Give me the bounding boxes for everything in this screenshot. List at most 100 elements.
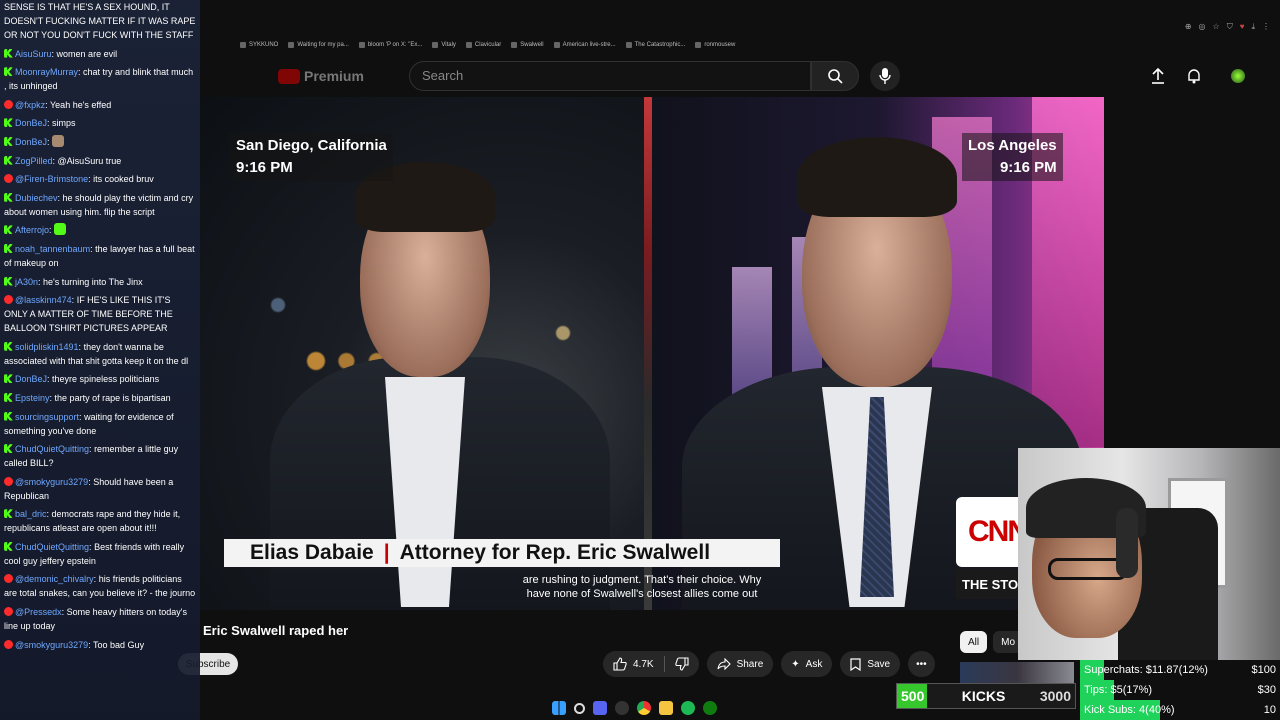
save-label: Save (867, 658, 891, 670)
chat-message: ChudQuietQuitting: Best friends with rea… (4, 540, 196, 568)
left-time-text: 9:16 PM (236, 159, 293, 176)
donation-amount: $5 (1110, 684, 1123, 696)
kick-icon (4, 192, 13, 202)
donation-goal-row: Kick Subs: 4(40%) 10 (1080, 700, 1280, 720)
chat-username[interactable]: DonBeJ (15, 137, 47, 147)
related-chips: All Mo (960, 631, 1024, 653)
avatar[interactable] (1226, 64, 1250, 88)
windows-start-icon[interactable] (552, 701, 566, 715)
chat-username[interactable]: @smokyguru3279 (15, 640, 88, 650)
video-title: Eric Swalwell raped her (203, 623, 348, 638)
right-location-text: Los Angeles (968, 137, 1057, 154)
chat-username[interactable]: DonBeJ (15, 118, 47, 128)
youtube-logo[interactable]: Premium (278, 68, 364, 84)
bookmark-favicon-icon (288, 42, 295, 48)
voice-search-button[interactable] (870, 61, 900, 91)
chat-username[interactable]: ChudQuietQuitting (15, 444, 89, 454)
kick-icon (4, 155, 13, 165)
chat-message: MoonrayMurray: chat try and blink that m… (4, 65, 196, 93)
chip-all[interactable]: All (960, 631, 988, 653)
obs-icon[interactable] (615, 701, 629, 715)
chat-text: SENSE IS THAT HE'S A SEX HOUND, IT DOESN… (4, 2, 196, 40)
save-icon (850, 657, 861, 671)
chat-username[interactable]: Dubiechev (15, 193, 58, 203)
right-location: Los Angeles 9:16 PM (962, 133, 1063, 181)
bookmark-item[interactable]: Vitaly (432, 42, 456, 48)
donation-goal: $100 (1251, 664, 1276, 676)
chat-message: ZogPilled: @AisuSuru true (4, 154, 196, 168)
chat-message: bal_dric: democrats rape and they hide i… (4, 507, 196, 535)
chat-message: sourcingsupport: waiting for evidence of… (4, 410, 196, 438)
shield-icon[interactable]: ⛉ (1227, 22, 1233, 32)
bookmark-item[interactable]: American live-stre... (553, 42, 616, 48)
folder-icon[interactable] (659, 701, 673, 715)
chat-username[interactable]: noah_tannenbaum (15, 244, 90, 254)
chat-username[interactable]: ChudQuietQuitting (15, 542, 89, 552)
chat-username[interactable]: @smokyguru3279 (15, 477, 88, 487)
zoom-icon[interactable]: ⊕ (1185, 22, 1192, 32)
chat-message: SENSE IS THAT HE'S A SEX HOUND, IT DOESN… (4, 0, 196, 42)
chat-username[interactable]: jA30n (15, 277, 38, 287)
chat-username[interactable]: bal_dric (15, 509, 47, 519)
bookmark-item[interactable]: bloom 'P on X: "Ex... (358, 42, 422, 48)
bookmark-item[interactable]: Swalwell (511, 42, 544, 48)
discord-icon[interactable] (593, 701, 607, 715)
donation-label: Kick Subs (1084, 704, 1133, 716)
search-input[interactable]: Search (409, 61, 811, 91)
dislike-button[interactable] (665, 657, 699, 671)
chat-emote-icon (52, 134, 65, 147)
chat-username[interactable]: @Pressedx (15, 607, 62, 617)
save-button[interactable]: Save (840, 651, 901, 677)
bookmark-item[interactable]: Waiting for my pa... (288, 42, 349, 48)
chat-message: @lasskinn474: IF HE'S LIKE THIS IT'S ONL… (4, 293, 196, 335)
ask-button[interactable]: ✦ Ask (781, 651, 833, 677)
bookmark-item[interactable]: Clavicular (465, 42, 501, 48)
menu-icon[interactable]: ⋮ (1262, 22, 1270, 32)
notifications-button[interactable] (1182, 64, 1206, 88)
chat-overlay: SENSE IS THAT HE'S A SEX HOUND, IT DOESN… (0, 0, 200, 720)
bookmark-star-icon[interactable]: ☆ (1213, 22, 1220, 32)
spotify-icon[interactable] (681, 701, 695, 715)
download-icon[interactable]: ⤓ (1251, 22, 1255, 32)
chat-username[interactable]: @fxpkz (15, 100, 45, 110)
youtube-icon (4, 639, 13, 649)
heart-icon[interactable]: ♥ (1240, 22, 1245, 32)
kick-icon (4, 225, 13, 235)
chat-username[interactable]: @Firen-Brimstone (15, 174, 88, 184)
more-actions-button[interactable]: ••• (908, 651, 935, 677)
youtube-icon (4, 295, 13, 305)
bookmark-favicon-icon (553, 42, 560, 48)
xbox-icon[interactable] (703, 701, 717, 715)
chat-username[interactable]: Epsteiny (15, 393, 50, 403)
kick-icon (4, 48, 13, 58)
chrome-icon[interactable] (637, 701, 651, 715)
video-player[interactable]: San Diego, California 9:16 PM Los Angele… (200, 97, 1104, 610)
mic-icon (879, 68, 891, 84)
chat-username[interactable]: ZogPilled (15, 156, 53, 166)
chat-username[interactable]: @lasskinn474 (15, 295, 72, 305)
share-button[interactable]: Share (706, 651, 774, 677)
bookmark-item[interactable]: SYKKUNO (240, 42, 278, 48)
chat-message: @smokyguru3279: Should have been a Repub… (4, 475, 196, 503)
share-icon (717, 658, 731, 670)
lower-third-role: Attorney for Rep. Eric Swalwell (399, 541, 711, 564)
chat-username[interactable]: AisuSuru (15, 49, 52, 59)
chat-username[interactable]: sourcingsupport (15, 412, 79, 422)
like-button[interactable]: 4.7K (603, 657, 664, 671)
like-count: 4.7K (633, 658, 654, 670)
donation-goals: Superchats: $11.87(12%) $100 Tips: $5(17%)… (1080, 660, 1280, 720)
chat-username[interactable]: @demonic_chivalry (15, 574, 94, 584)
chat-username[interactable]: solidpliskin1491 (15, 342, 79, 352)
chat-username[interactable]: MoonrayMurray (15, 67, 78, 77)
search-icon[interactable] (574, 702, 585, 714)
bookmark-item[interactable]: The Catastrophic... (625, 42, 685, 48)
extension-icon[interactable]: ◎ (1199, 22, 1206, 32)
chat-username[interactable]: Afterrojo (15, 225, 49, 235)
chat-username[interactable]: DonBeJ (15, 374, 47, 384)
upload-button[interactable] (1146, 64, 1170, 88)
search-button[interactable] (811, 61, 859, 91)
right-person-hair (797, 137, 957, 217)
bookmark-item[interactable]: ronmousew (695, 42, 735, 48)
extensions-bar: ⊕ ◎ ☆ ⛉ ♥ ⤓ ⋮ (1185, 22, 1270, 32)
donation-amount: $11.87 (1145, 664, 1179, 676)
